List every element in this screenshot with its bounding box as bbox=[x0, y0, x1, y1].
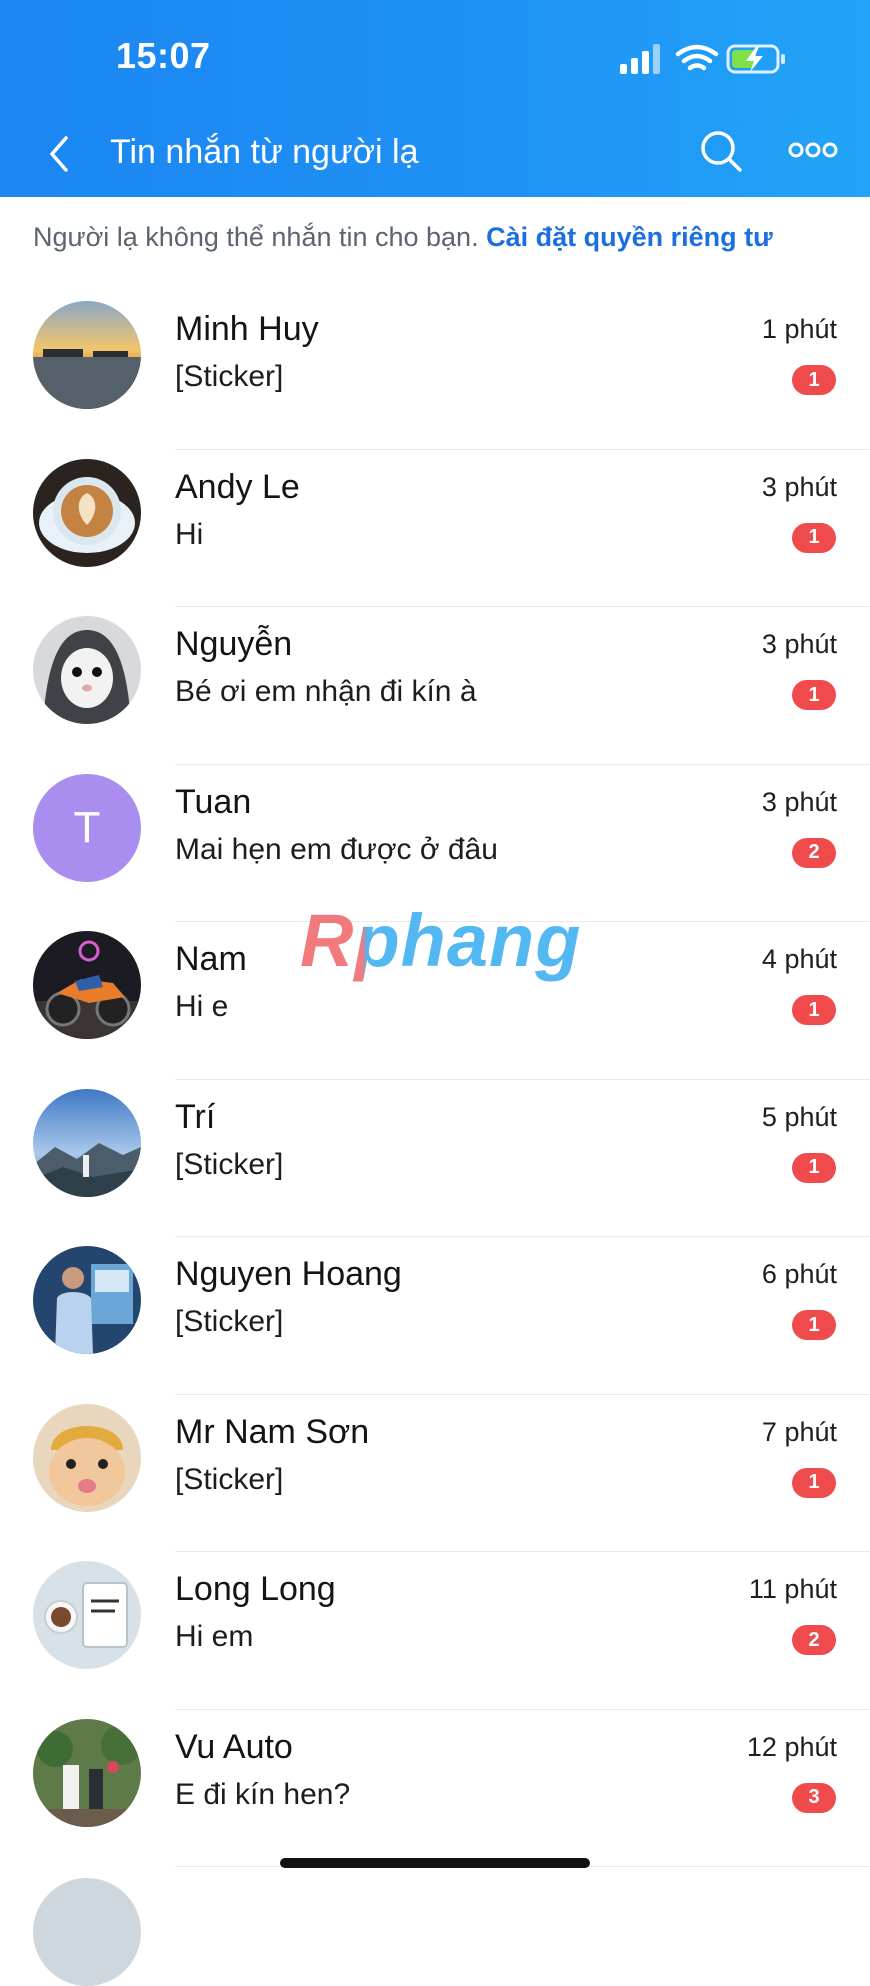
avatar[interactable] bbox=[33, 1878, 141, 1986]
conversation-row[interactable]: Andy Le Hi 3 phút 1 bbox=[0, 450, 870, 607]
avatar[interactable] bbox=[33, 458, 141, 567]
message-time: 3 phút bbox=[761, 629, 837, 659]
message-preview: E đi kín hen? bbox=[175, 1777, 351, 1811]
unread-badge: 1 bbox=[792, 995, 836, 1025]
unread-badge: 2 bbox=[792, 1625, 836, 1655]
cellular-signal-icon bbox=[620, 44, 660, 74]
unread-badge: 1 bbox=[792, 522, 836, 553]
message-preview: Hi e bbox=[175, 990, 229, 1023]
message-preview: Hi em bbox=[175, 1620, 254, 1653]
contact-name: Vu Auto bbox=[175, 1727, 293, 1766]
contact-name: Nguyen Hoang bbox=[175, 1255, 402, 1293]
message-time: 11 phút bbox=[748, 1574, 837, 1604]
contact-name: Minh Huy bbox=[175, 310, 319, 348]
unread-badge: 1 bbox=[792, 680, 836, 710]
contact-name: Mr Nam Sơn bbox=[175, 1412, 370, 1451]
unread-badge: 1 bbox=[792, 1152, 836, 1183]
more-options-icon[interactable] bbox=[788, 140, 838, 160]
conversation-row[interactable]: Nguyen Hoang [Sticker] 6 phút 1 bbox=[0, 1237, 870, 1395]
message-preview: Hi bbox=[175, 517, 204, 551]
battery-charging-icon bbox=[726, 44, 785, 74]
message-time: 4 phút bbox=[761, 944, 837, 974]
message-time: 1 phút bbox=[761, 314, 837, 344]
avatar[interactable] bbox=[33, 1246, 141, 1354]
privacy-notice: Người lạ không thể nhắn tin cho bạn. Cài… bbox=[33, 222, 843, 253]
unread-badge: 1 bbox=[792, 365, 836, 395]
contact-name: Andy Le bbox=[175, 467, 300, 506]
message-preview: [Sticker] bbox=[175, 1305, 284, 1338]
contact-name: Trí bbox=[175, 1097, 216, 1136]
unread-badge: 1 bbox=[792, 1310, 836, 1340]
unread-badge: 2 bbox=[792, 837, 836, 868]
conversation-row[interactable]: Vu Auto E đi kín hen? 12 phút 3 bbox=[0, 1710, 870, 1867]
message-preview: [Sticker] bbox=[175, 1147, 284, 1181]
watermark-logo: Rphang bbox=[300, 899, 582, 982]
avatar[interactable] bbox=[33, 1403, 141, 1512]
status-icons bbox=[620, 42, 790, 76]
conversation-row[interactable]: Long Long Hi em 11 phút 2 bbox=[0, 1552, 870, 1710]
message-time: 6 phút bbox=[761, 1259, 837, 1289]
conversation-list: Minh Huy [Sticker] 1 phút 1 Andy Le Hi 3… bbox=[0, 292, 870, 1867]
contact-name: Nam bbox=[175, 940, 247, 978]
header-bar: 15:07 Tin nhắn từ người lạ bbox=[0, 0, 870, 197]
privacy-notice-text: Người lạ không thể nhắn tin cho bạn. bbox=[33, 222, 479, 252]
conversation-row[interactable]: Nguyễn Bé ơi em nhận đi kín à 3 phút 1 bbox=[0, 607, 870, 765]
page-title: Tin nhắn từ người lạ bbox=[110, 133, 419, 171]
avatar-initial: T bbox=[73, 802, 101, 852]
message-time: 12 phút bbox=[746, 1731, 837, 1762]
message-preview: [Sticker] bbox=[175, 1462, 284, 1496]
wifi-icon bbox=[675, 44, 719, 71]
message-time: 5 phút bbox=[761, 1101, 837, 1132]
home-indicator bbox=[280, 1858, 590, 1868]
conversation-row[interactable]: Trí [Sticker] 5 phút 1 bbox=[0, 1080, 870, 1237]
back-arrow-icon[interactable] bbox=[42, 132, 76, 176]
message-preview: Bé ơi em nhận đi kín à bbox=[175, 675, 477, 708]
conversation-row[interactable]: Minh Huy [Sticker] 1 phút 1 bbox=[0, 292, 870, 450]
avatar[interactable] bbox=[33, 1088, 141, 1197]
message-time: 7 phút bbox=[761, 1416, 837, 1447]
avatar[interactable] bbox=[33, 301, 141, 409]
contact-name: Tuan bbox=[175, 782, 252, 821]
message-preview: Mai hẹn em được ở đâu bbox=[175, 832, 498, 866]
conversation-row[interactable]: Mr Nam Sơn [Sticker] 7 phút 1 bbox=[0, 1395, 870, 1552]
contact-name: Nguyễn bbox=[175, 625, 293, 663]
avatar[interactable] bbox=[33, 1718, 141, 1827]
message-time: 3 phút bbox=[761, 471, 837, 502]
contact-name: Long Long bbox=[175, 1570, 336, 1608]
search-icon[interactable] bbox=[698, 128, 744, 174]
unread-badge: 3 bbox=[792, 1782, 836, 1813]
avatar[interactable] bbox=[33, 931, 141, 1039]
message-time: 3 phút bbox=[761, 786, 837, 817]
privacy-settings-link[interactable]: Cài đặt quyền riêng tư bbox=[486, 222, 773, 252]
avatar[interactable]: T bbox=[33, 773, 141, 882]
unread-badge: 1 bbox=[792, 1467, 836, 1498]
avatar[interactable] bbox=[33, 1561, 141, 1669]
status-time: 15:07 bbox=[116, 35, 211, 76]
message-preview: [Sticker] bbox=[175, 360, 284, 393]
avatar[interactable] bbox=[33, 616, 141, 724]
